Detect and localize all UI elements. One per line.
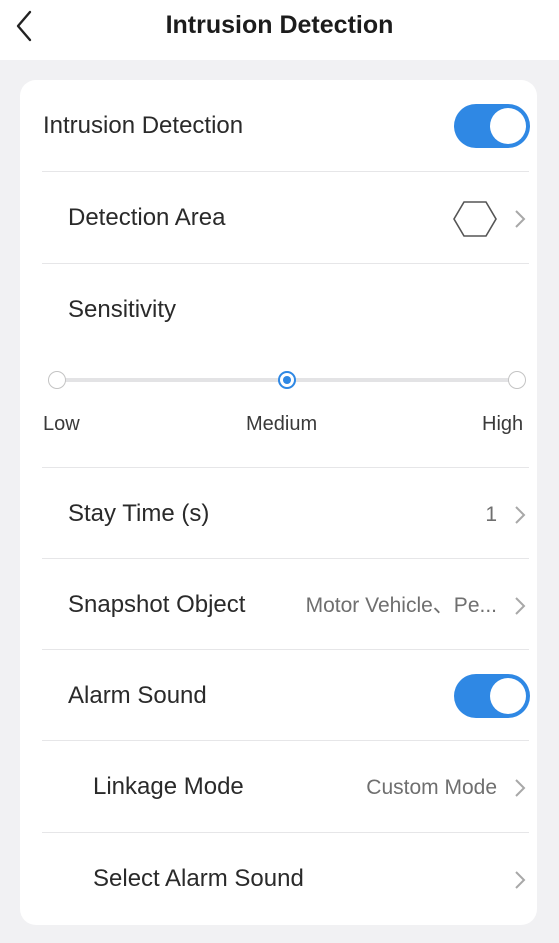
intrusion-detection-label: Intrusion Detection bbox=[43, 112, 244, 139]
page-title: Intrusion Detection bbox=[165, 11, 394, 39]
sensitivity-medium-dot[interactable] bbox=[278, 371, 296, 389]
stay-time-row[interactable]: Stay Time (s) 1 bbox=[20, 468, 537, 559]
linkage-mode-label: Linkage Mode bbox=[93, 773, 244, 800]
chevron-right-icon bbox=[515, 779, 526, 797]
alarm-sound-toggle[interactable] bbox=[454, 674, 530, 718]
toggle-knob bbox=[490, 678, 526, 714]
select-alarm-sound-row[interactable]: Select Alarm Sound bbox=[20, 833, 537, 925]
linkage-mode-value: Custom Mode bbox=[366, 776, 497, 799]
toggle-knob bbox=[490, 108, 526, 144]
detection-area-row[interactable]: Detection Area bbox=[20, 172, 537, 264]
snapshot-object-row[interactable]: Snapshot Object Motor Vehicle、Pe... bbox=[20, 559, 537, 650]
settings-card: Intrusion Detection Detection Area Sensi… bbox=[20, 80, 537, 925]
chevron-right-icon bbox=[515, 506, 526, 524]
chevron-right-icon bbox=[515, 210, 526, 228]
stay-time-label: Stay Time (s) bbox=[68, 500, 210, 527]
chevron-right-icon bbox=[515, 597, 526, 615]
select-alarm-sound-label: Select Alarm Sound bbox=[93, 865, 304, 892]
snapshot-object-value: Motor Vehicle、Pe... bbox=[305, 594, 497, 617]
sensitivity-low-dot[interactable] bbox=[48, 371, 66, 389]
sensitivity-section: Sensitivity Low Medium High bbox=[20, 264, 537, 468]
sensitivity-medium-label: Medium bbox=[246, 413, 318, 435]
intrusion-detection-toggle[interactable] bbox=[454, 104, 530, 148]
detection-area-label: Detection Area bbox=[68, 204, 226, 231]
sensitivity-label: Sensitivity bbox=[68, 296, 177, 323]
alarm-sound-row: Alarm Sound bbox=[20, 650, 537, 741]
alarm-sound-label: Alarm Sound bbox=[68, 682, 207, 709]
snapshot-object-label: Snapshot Object bbox=[68, 591, 246, 618]
chevron-right-icon bbox=[515, 871, 526, 889]
sensitivity-high-dot[interactable] bbox=[508, 371, 526, 389]
hexagon-icon bbox=[453, 201, 497, 237]
linkage-mode-row[interactable]: Linkage Mode Custom Mode bbox=[20, 741, 537, 833]
top-bar: Intrusion Detection bbox=[0, 0, 559, 60]
stay-time-value: 1 bbox=[485, 503, 497, 526]
sensitivity-low-label: Low bbox=[43, 413, 80, 435]
sensitivity-high-label: High bbox=[482, 413, 524, 435]
intrusion-detection-row: Intrusion Detection bbox=[20, 80, 537, 172]
